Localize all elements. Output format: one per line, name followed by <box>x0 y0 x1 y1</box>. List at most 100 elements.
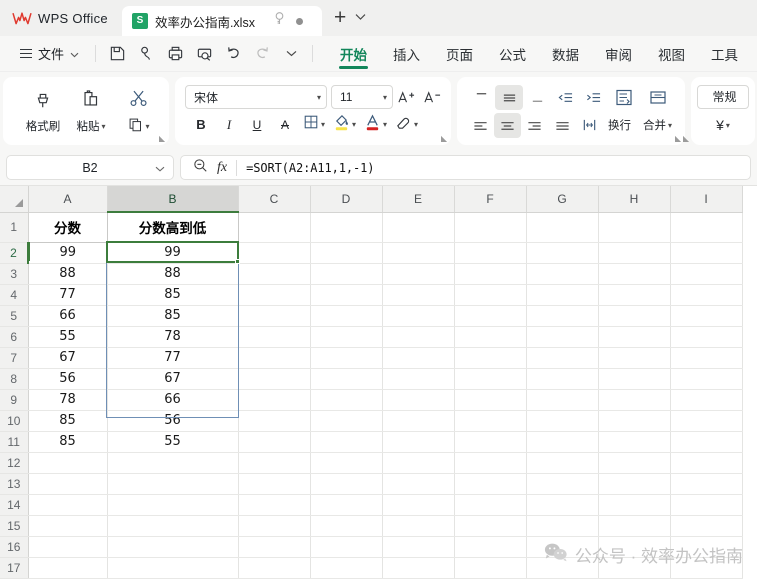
cell-H11[interactable] <box>598 431 671 453</box>
cell-A12[interactable] <box>28 452 108 474</box>
cell-E2[interactable] <box>382 242 455 264</box>
cell-G10[interactable] <box>526 410 599 432</box>
clear-format-button[interactable]: ▾ <box>391 112 422 137</box>
cell-F17[interactable] <box>454 557 527 579</box>
italic-button[interactable]: I <box>215 112 243 137</box>
cell-G16[interactable] <box>526 536 599 558</box>
number-format-select[interactable]: 常规 <box>697 84 749 109</box>
cell-C2[interactable] <box>238 242 311 264</box>
cell-B12[interactable] <box>107 452 239 474</box>
cell-H9[interactable] <box>598 389 671 411</box>
cell-C10[interactable] <box>238 410 311 432</box>
cell-A8[interactable]: 56 <box>28 368 108 390</box>
cell-I15[interactable] <box>670 515 743 537</box>
row-header-5[interactable]: 5 <box>0 305 29 327</box>
fill-color-button[interactable]: ▾ <box>329 112 360 137</box>
cell-B16[interactable] <box>107 536 239 558</box>
cell-F7[interactable] <box>454 347 527 369</box>
cell-H10[interactable] <box>598 410 671 432</box>
formula-input[interactable]: fx =SORT(A2:A11,1,-1) <box>180 155 751 180</box>
wrap-text-button[interactable]: 换行 <box>603 113 636 138</box>
cell-E3[interactable] <box>382 263 455 285</box>
cell-C17[interactable] <box>238 557 311 579</box>
wrap-text-icon[interactable] <box>607 85 641 110</box>
row-header-15[interactable]: 15 <box>0 515 29 537</box>
currency-format-button[interactable]: ¥ ▾ <box>712 113 734 138</box>
cell-H4[interactable] <box>598 284 671 306</box>
cell-G3[interactable] <box>526 263 599 285</box>
cell-F9[interactable] <box>454 389 527 411</box>
cell-G4[interactable] <box>526 284 599 306</box>
cell-C5[interactable] <box>238 305 311 327</box>
cell-E15[interactable] <box>382 515 455 537</box>
cell-F16[interactable] <box>454 536 527 558</box>
cell-F3[interactable] <box>454 263 527 285</box>
cell-D17[interactable] <box>310 557 383 579</box>
select-all-icon[interactable] <box>0 186 29 213</box>
cell-C6[interactable] <box>238 326 311 348</box>
cell-F13[interactable] <box>454 473 527 495</box>
cell-A14[interactable] <box>28 494 108 516</box>
cell-E1[interactable] <box>382 212 455 243</box>
cell-F4[interactable] <box>454 284 527 306</box>
justify-icon[interactable] <box>549 113 576 138</box>
cell-D15[interactable] <box>310 515 383 537</box>
row-header-16[interactable]: 16 <box>0 536 29 558</box>
zoom-out-icon[interactable] <box>193 158 208 178</box>
cell-B1[interactable]: 分数高到低 <box>106 211 239 243</box>
undo-icon[interactable] <box>220 41 246 67</box>
cell-D5[interactable] <box>310 305 383 327</box>
cell-E12[interactable] <box>382 452 455 474</box>
fill-handle[interactable] <box>235 259 240 264</box>
cell-E4[interactable] <box>382 284 455 306</box>
cell-C15[interactable] <box>238 515 311 537</box>
cell-I16[interactable] <box>670 536 743 558</box>
cell-B2[interactable]: 99 <box>107 242 239 264</box>
increase-indent-icon[interactable] <box>579 85 607 110</box>
cell-E14[interactable] <box>382 494 455 516</box>
cell-H13[interactable] <box>598 473 671 495</box>
cell-I3[interactable] <box>670 263 743 285</box>
tab-review[interactable]: 审阅 <box>592 38 645 70</box>
cell-A13[interactable] <box>28 473 108 495</box>
cell-H1[interactable] <box>598 212 671 243</box>
cell-A16[interactable] <box>28 536 108 558</box>
cell-H5[interactable] <box>598 305 671 327</box>
cell-G17[interactable] <box>526 557 599 579</box>
cell-F15[interactable] <box>454 515 527 537</box>
cell-A2[interactable]: 99 <box>28 242 108 264</box>
cell-F6[interactable] <box>454 326 527 348</box>
cell-C14[interactable] <box>238 494 311 516</box>
cell-E9[interactable] <box>382 389 455 411</box>
cell-C16[interactable] <box>238 536 311 558</box>
row-header-17[interactable]: 17 <box>0 557 29 579</box>
decrease-indent-icon[interactable] <box>551 85 579 110</box>
cell-F11[interactable] <box>454 431 527 453</box>
cell-C8[interactable] <box>238 368 311 390</box>
tab-start[interactable]: 开始 <box>327 38 380 70</box>
cell-E8[interactable] <box>382 368 455 390</box>
cell-I5[interactable] <box>670 305 743 327</box>
col-header-B[interactable]: B <box>107 186 239 213</box>
cell-F10[interactable] <box>454 410 527 432</box>
cell-D2[interactable] <box>310 242 383 264</box>
cell-A17[interactable] <box>28 557 108 579</box>
cloud-share-icon[interactable] <box>133 41 159 67</box>
cell-A7[interactable]: 67 <box>28 347 108 369</box>
cell-G13[interactable] <box>526 473 599 495</box>
print-icon[interactable] <box>162 41 188 67</box>
redo-icon[interactable] <box>249 41 275 67</box>
cell-F5[interactable] <box>454 305 527 327</box>
cell-D11[interactable] <box>310 431 383 453</box>
cell-I13[interactable] <box>670 473 743 495</box>
text-orientation-icon[interactable] <box>576 113 603 138</box>
cell-G6[interactable] <box>526 326 599 348</box>
cell-H17[interactable] <box>598 557 671 579</box>
cell-G14[interactable] <box>526 494 599 516</box>
cell-B15[interactable] <box>107 515 239 537</box>
cell-D1[interactable] <box>310 212 383 243</box>
row-header-2[interactable]: 2 <box>0 242 29 264</box>
cell-B17[interactable] <box>107 557 239 579</box>
tab-insert[interactable]: 插入 <box>380 38 433 70</box>
cell-A5[interactable]: 66 <box>28 305 108 327</box>
